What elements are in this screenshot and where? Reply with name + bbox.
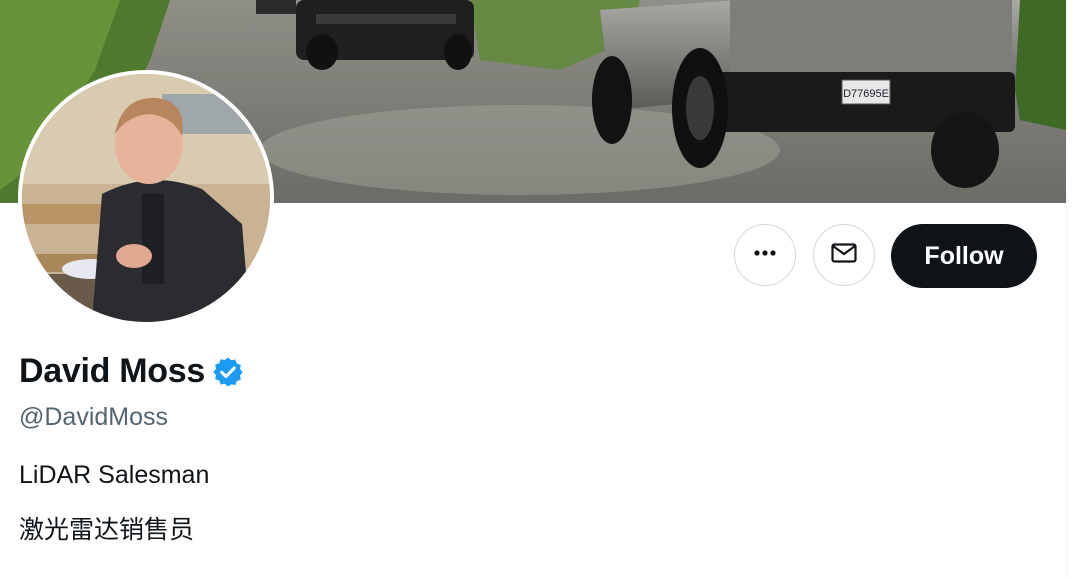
- profile-name-row: David Moss: [19, 352, 245, 391]
- bio-line: LiDAR Salesman: [19, 461, 210, 489]
- column-divider: [1066, 0, 1067, 577]
- more-button[interactable]: [734, 224, 796, 286]
- avatar[interactable]: [18, 70, 274, 326]
- avatar-image: [22, 74, 270, 322]
- message-button[interactable]: [813, 224, 875, 286]
- more-icon: [750, 238, 780, 273]
- follow-button[interactable]: Follow: [891, 224, 1037, 288]
- envelope-icon: [829, 238, 859, 273]
- bio-line: 激光雷达销售员: [19, 516, 195, 544]
- profile-name: David Moss: [19, 352, 205, 390]
- profile-handle: @DavidMoss: [19, 403, 169, 431]
- license-plate: D77695E: [843, 88, 889, 100]
- verified-badge-icon[interactable]: [211, 355, 245, 389]
